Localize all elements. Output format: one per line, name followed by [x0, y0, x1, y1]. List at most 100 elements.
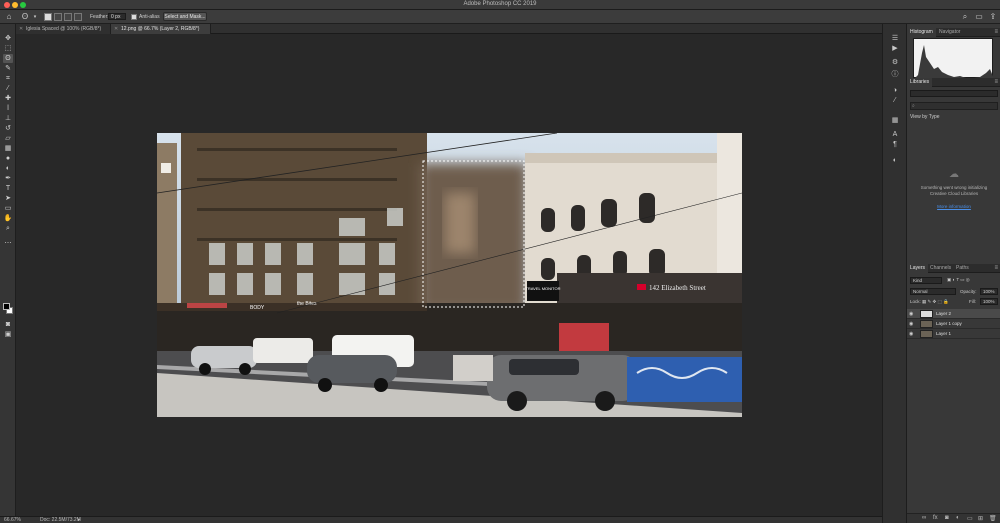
swatches-panel-icon[interactable]: ▦ — [890, 116, 900, 125]
path-select-icon[interactable]: ➤ — [3, 194, 13, 203]
panel-menu-icon[interactable]: ≡ — [994, 264, 998, 273]
brush-settings-icon[interactable]: ⁄ — [890, 96, 900, 105]
history-brush-icon[interactable]: ↺ — [3, 124, 13, 133]
glyphs-panel-icon[interactable]: ◐ — [890, 156, 900, 165]
select-and-mask-button[interactable]: Select and Mask... — [163, 12, 207, 21]
move-icon[interactable]: ✥ — [3, 34, 13, 43]
tab-channels[interactable]: Channels — [927, 264, 954, 273]
layer-kind-filter[interactable]: Kind — [910, 277, 942, 284]
westpac-sign: 142 Elizabeth Street — [649, 284, 706, 292]
view-by-type-dropdown[interactable]: View by Type — [910, 114, 940, 120]
feather-input[interactable]: 0 px — [108, 13, 126, 20]
filter-icons[interactable]: ▣ ◐ T ▭ ◎ — [947, 277, 970, 283]
workspace-icon[interactable]: ▭ — [974, 12, 984, 22]
spot-heal-icon[interactable]: ✚ — [3, 94, 13, 103]
new-selection-icon[interactable] — [44, 13, 52, 21]
panel-menu-icon[interactable]: ≡ — [994, 28, 998, 37]
title-bar: Adobe Photoshop CC 2019 — [0, 0, 1000, 10]
tab-libraries[interactable]: Libraries — [907, 78, 933, 87]
library-search-input[interactable]: ⌕ — [910, 102, 998, 110]
home-icon[interactable]: ⌂ — [4, 12, 14, 22]
close-tab-icon[interactable]: ✕ — [114, 24, 118, 34]
eyedropper-icon[interactable]: ⁄ — [3, 84, 13, 93]
opacity-input[interactable]: 100% — [980, 288, 998, 295]
rectangle-icon[interactable]: ▭ — [3, 204, 13, 213]
visibility-eye-icon[interactable]: ◉ — [909, 311, 913, 317]
add-mask-icon[interactable]: ◙ — [945, 515, 949, 521]
properties-panel-icon[interactable]: ⚙ — [890, 58, 900, 67]
screen-mode-icon[interactable]: ▣ — [3, 330, 13, 339]
adjustments-panel-icon[interactable]: ◑ — [890, 86, 900, 95]
document-canvas[interactable]: TRAVEL MONITOR 142 Elizabeth Street BODY… — [157, 133, 742, 417]
tab-paths[interactable]: Paths — [953, 264, 972, 273]
feather-label: Feather: — [90, 14, 109, 20]
link-layers-icon[interactable]: ∞ — [922, 515, 926, 521]
layer-style-icon[interactable]: fx — [933, 515, 938, 521]
delete-layer-icon[interactable]: 🗑 — [989, 515, 997, 522]
blur-icon[interactable]: ● — [3, 154, 13, 163]
anti-alias-checkbox[interactable] — [131, 14, 137, 20]
tab-iglesia[interactable]: ✕ Iglesia Spaced @ 100% (RGB/8*) — [16, 24, 111, 34]
more-tools-icon[interactable]: ⋯ — [3, 239, 13, 248]
intersect-selection-icon[interactable] — [74, 13, 82, 21]
lock-icons[interactable]: ▦ ✎ ✥ ⬚ 🔒 — [922, 299, 949, 305]
preset-dropdown-icon[interactable]: ▾ — [30, 12, 40, 22]
library-dropdown[interactable] — [910, 90, 998, 97]
foreground-color-swatch[interactable] — [3, 303, 10, 310]
layer-row[interactable]: ◉ Layer 2 — [907, 309, 1000, 319]
lasso-icon[interactable]: ʘ — [3, 54, 13, 63]
layer-row[interactable]: ◉ Layer 1 copy — [907, 319, 1000, 329]
status-menu-icon[interactable]: ▸ — [78, 517, 81, 523]
quick-mask-icon[interactable]: ◙ — [3, 320, 13, 329]
new-group-icon[interactable]: ▭ — [967, 515, 973, 522]
eraser-icon[interactable]: ▱ — [3, 134, 13, 143]
right-panels: Histogram Navigator ≡ Libraries ≡ ⌕ View… — [906, 24, 1000, 523]
lasso-tool-preset-icon[interactable]: ʘ — [20, 12, 30, 22]
street-photo: TRAVEL MONITOR 142 Elizabeth Street BODY… — [157, 133, 742, 417]
quick-select-icon[interactable]: ✎ — [3, 64, 13, 73]
zoom-level[interactable]: 66.67% — [4, 517, 21, 523]
share-icon[interactable]: ⇪ — [988, 12, 998, 22]
marquee-icon[interactable]: ⬚ — [3, 44, 13, 53]
fill-input[interactable]: 100% — [980, 298, 998, 305]
histogram-graph — [913, 38, 994, 79]
canvas-area[interactable]: TRAVEL MONITOR 142 Elizabeth Street BODY… — [16, 35, 882, 516]
hand-icon[interactable]: ✋ — [3, 214, 13, 223]
adjustment-layer-icon[interactable]: ◐ — [956, 515, 960, 521]
visibility-eye-icon[interactable]: ◉ — [909, 331, 913, 337]
brush-icon[interactable]: ǀ — [3, 104, 13, 113]
character-panel-icon[interactable]: A — [890, 130, 900, 139]
search-icon[interactable]: ⌕ — [960, 12, 970, 22]
blend-mode-select[interactable]: Normal — [910, 288, 956, 295]
layer-thumbnail — [920, 310, 933, 318]
close-tab-icon[interactable]: ✕ — [19, 24, 23, 34]
library-error-message: Something went wrong initializing Creati… — [920, 185, 988, 196]
panel-menu-icon[interactable]: ≡ — [994, 78, 998, 87]
tab-layers[interactable]: Layers — [907, 264, 929, 273]
add-to-selection-icon[interactable] — [54, 13, 62, 21]
subtract-selection-icon[interactable] — [64, 13, 72, 21]
tab-histogram[interactable]: Histogram — [907, 28, 936, 37]
type-icon[interactable]: T — [3, 184, 13, 193]
tab-navigator[interactable]: Navigator — [936, 28, 963, 37]
zoom-icon[interactable]: ⌕ — [3, 224, 13, 233]
visibility-eye-icon[interactable]: ◉ — [909, 321, 913, 327]
info-panel-icon[interactable]: ⓘ — [890, 70, 900, 79]
layer-thumbnail — [920, 330, 933, 338]
layer-row[interactable]: ◉ Layer 1 — [907, 329, 1000, 339]
new-layer-icon[interactable]: ⊞ — [978, 515, 983, 522]
doc-info[interactable]: Doc: 22.5M/73.2M — [40, 517, 81, 523]
gradient-icon[interactable]: ▦ — [3, 144, 13, 153]
more-information-link[interactable]: More information — [915, 204, 993, 209]
actions-panel-icon[interactable]: ▶ — [890, 44, 900, 53]
pen-icon[interactable]: ✒ — [3, 174, 13, 183]
opacity-label: Opacity: — [960, 289, 977, 294]
tab-12-png[interactable]: ✕ 12.png @ 66.7% (Layer 2, RGB/8*) — [111, 24, 211, 34]
anti-alias-label: Anti-alias — [139, 14, 160, 20]
crop-icon[interactable]: ⌗ — [3, 74, 13, 83]
clone-stamp-icon[interactable]: ⊥ — [3, 114, 13, 123]
history-panel-icon[interactable]: ☰ — [890, 34, 900, 43]
paragraph-panel-icon[interactable]: ¶ — [890, 140, 900, 149]
document-tabs: ✕ Iglesia Spaced @ 100% (RGB/8*) ✕ 12.pn… — [16, 24, 882, 34]
dodge-icon[interactable]: ◐ — [3, 164, 13, 173]
